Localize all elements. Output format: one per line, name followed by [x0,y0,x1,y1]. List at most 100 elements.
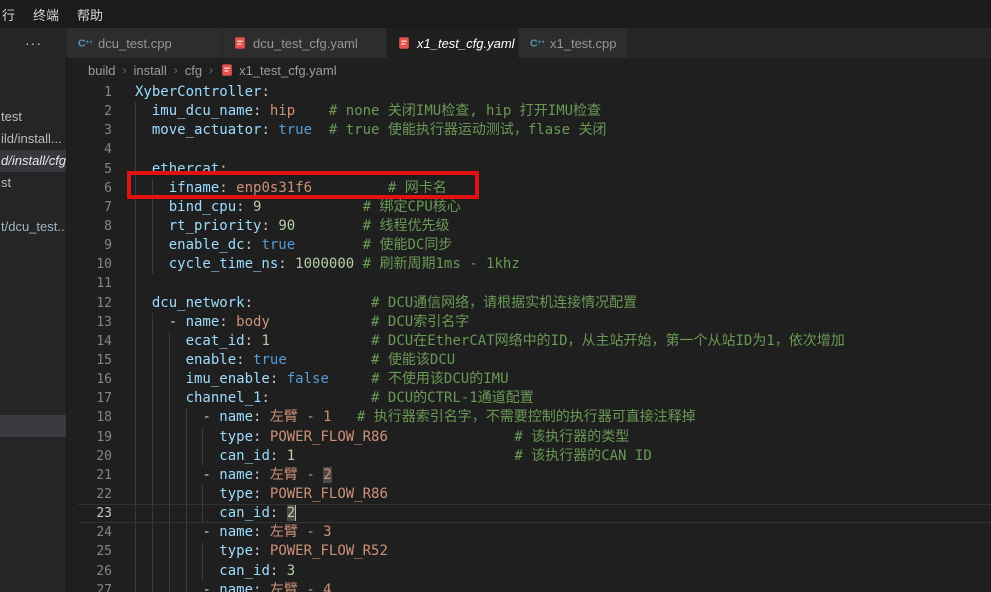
token: POWER_FLOW_R52 [270,543,388,559]
code-line-24[interactable]: 24 - name: 左臂 - 3 [78,523,991,542]
indent-guide [186,504,187,523]
code-line-14[interactable]: 14 ecat_id: 1 # DCU在EtherCAT网络中的ID，从主站开始… [78,332,991,351]
code-line-25[interactable]: 25 type: POWER_FLOW_R52 [78,542,991,561]
code-line-22[interactable]: 22 type: POWER_FLOW_R86 [78,485,991,504]
tab-dcu_test_cfg.yaml[interactable]: dcu_test_cfg.yaml [223,28,387,58]
token: 1000000 [295,256,354,272]
code-line-21[interactable]: 21 - name: 左臂 - 2 [78,466,991,485]
token: # 执行器索引名字，不需要控制的执行器可直接注释掉 [357,409,696,425]
code-line-4[interactable]: 4 [78,140,991,159]
tab-dcu_test.cpp[interactable]: C++dcu_test.cpp [67,28,223,58]
sidebar-item-st[interactable]: st [0,172,67,194]
token: 左臂 - 4 [270,582,332,592]
menu-item-行[interactable]: 行 [0,5,24,24]
indent-guide [135,140,136,159]
token: dcu_network [152,295,245,311]
code-line-20[interactable]: 20 can_id: 1 # 该执行器的CAN ID [78,447,991,466]
token: : [236,352,244,368]
token [135,295,152,311]
yaml-file-icon [220,63,234,77]
sidebar-item-test[interactable]: test [0,106,67,128]
code-line-15[interactable]: 15 enable: true # 使能该DCU [78,351,991,370]
editor-tab-bar: ··· C++dcu_test.cppdcu_test_cfg.yamlx1_t… [0,28,991,58]
tab-x1_test.cpp[interactable]: C++x1_test.cpp [519,28,628,58]
indent-guide [135,313,136,332]
token [261,103,269,119]
line-number: 11 [78,274,112,293]
token [135,505,219,521]
breadcrumb-item-install[interactable]: install [133,63,166,78]
token: : [219,180,227,196]
token: 90 [278,218,295,234]
code-line-5[interactable]: 5 ethercat: [78,160,991,179]
token [278,371,286,387]
token: true [253,352,287,368]
code-line-1[interactable]: 1XyberController: [78,83,991,102]
line-number: 17 [78,389,112,408]
breadcrumb-file[interactable]: x1_test_cfg.yaml [239,63,337,78]
token: - [202,409,219,425]
code-line-9[interactable]: 9 enable_dc: true # 使能DC同步 [78,236,991,255]
code-line-10[interactable]: 10 cycle_time_ns: 1000000 # 刷新周期1ms - 1k… [78,255,991,274]
code-text: enable: true # 使能该DCU [135,351,455,370]
token: type [219,486,253,502]
sidebar-item-empty-5[interactable] [0,415,67,437]
code-line-12[interactable]: 12 dcu_network: # DCU通信网络，请根据实机连接情况配置 [78,294,991,313]
cpp-file-icon: C++ [77,36,92,50]
code-line-18[interactable]: 18 - name: 左臂 - 1 # 执行器索引名字，不需要控制的执行器可直接… [78,408,991,427]
code-line-11[interactable]: 11 [78,274,991,293]
code-line-3[interactable]: 3 move_actuator: true # true 使能执行器运动测试，f… [78,121,991,140]
breadcrumb-item-build[interactable]: build [88,63,115,78]
indent-guide [169,562,170,581]
line-number: 1 [78,83,112,102]
indent-guide [169,466,170,485]
sidebar-item-t/dcu_test...[interactable]: t/dcu_test... [0,216,67,238]
code-text: type: POWER_FLOW_R86 [135,485,388,504]
code-line-13[interactable]: 13 - name: body # DCU索引名字 [78,313,991,332]
token [312,180,388,196]
token: XyberController [135,84,261,100]
code-line-23[interactable]: 23 can_id: 2 [78,504,991,523]
yaml-file-icon [233,36,247,50]
code-line-8[interactable]: 8 rt_priority: 90 # 线程优先级 [78,217,991,236]
code-line-16[interactable]: 16 imu_enable: false # 不使用该DCU的IMU [78,370,991,389]
code-text: imu_dcu_name: hip # none 关闭IMU检查, hip 打开… [135,102,601,121]
indent-guide [169,351,170,370]
token: : [219,314,227,330]
code-line-26[interactable]: 26 can_id: 3 [78,562,991,581]
token: hip [270,103,295,119]
line-number: 15 [78,351,112,370]
token [261,409,269,425]
sidebar-item-d/install/cfg[interactable]: d/install/cfg [0,150,67,172]
indent-guide [186,562,187,581]
token [270,333,371,349]
sidebar-item-ild/install...[interactable]: ild/install... [0,128,67,150]
menu-item-帮助[interactable]: 帮助 [68,5,112,24]
token: # 网卡名 [388,180,447,196]
tab-x1_test_cfg.yaml[interactable]: x1_test_cfg.yaml× [387,28,519,58]
code-text: cycle_time_ns: 1000000 # 刷新周期1ms - 1khz [135,255,520,274]
tab-overflow-ellipsis[interactable]: ··· [0,28,67,58]
breadcrumb-separator: › [174,63,178,77]
indent-guide [169,542,170,561]
line-number: 24 [78,523,112,542]
breadcrumb-item-cfg[interactable]: cfg [185,63,202,78]
code-line-7[interactable]: 7 bind_cpu: 9 # 绑定CPU核心 [78,198,991,217]
token: 左臂 - [270,467,323,483]
indent-guide [135,504,136,523]
code-text: bind_cpu: 9 # 绑定CPU核心 [135,198,461,217]
token [261,582,269,592]
code-editor[interactable]: 1 XyberController: 2 imu_dcu_name: hip # n… [78,83,991,592]
code-text: can_id: 1 # 该执行器的CAN ID [135,447,652,466]
code-line-17[interactable]: 17 channel_1: # DCU的CTRL-1通道配置 [78,389,991,408]
code-line-27[interactable]: 27 - name: 左臂 - 4 [78,581,991,592]
indent-guide [135,294,136,313]
menu-item-终端[interactable]: 终端 [24,5,68,24]
code-line-2[interactable]: 2 imu_dcu_name: hip # none 关闭IMU检查, hip … [78,102,991,121]
token [270,390,371,406]
token [135,161,152,177]
token [228,314,236,330]
code-line-6[interactable]: 6 ifname: enp0s31f6 # 网卡名 [78,179,991,198]
code-line-19[interactable]: 19 type: POWER_FLOW_R86 # 该执行器的类型 [78,428,991,447]
indent-guide [135,217,136,236]
